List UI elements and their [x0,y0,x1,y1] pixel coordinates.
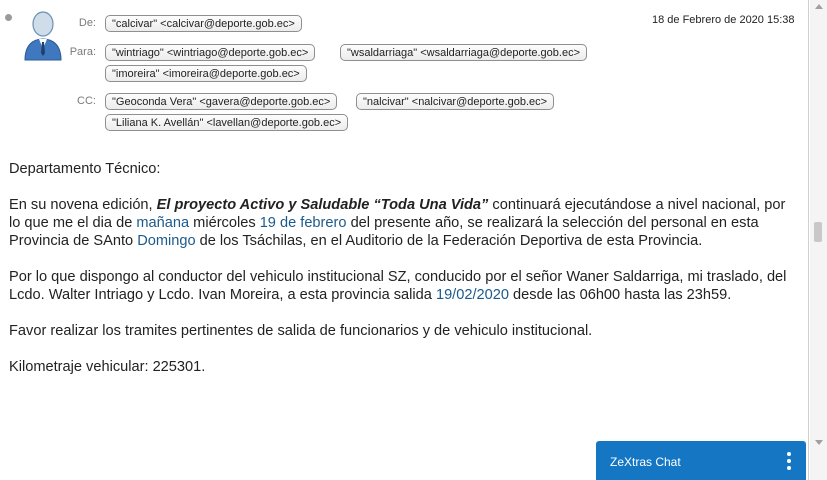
scroll-up-icon[interactable] [815,4,823,9]
cc-chip[interactable]: "nalcivar" <nalcivar@deporte.gob.ec> [356,93,555,110]
cc-chip[interactable]: "Liliana K. Avellán" <lavellan@deporte.g… [105,114,349,131]
paragraph-3: Favor realizar los tramites pertinentes … [9,323,593,339]
message-view: De: "calcivar" <calcivar@deporte.gob.ec>… [0,0,809,480]
date-link[interactable]: 19/02/2020 [436,287,509,303]
recipient-chip[interactable]: "wsaldarriaga" <wsaldarriaga@deporte.gob… [340,44,587,61]
body-text: miércoles [189,215,260,231]
message-date: 18 de Febrero de 2020 15:38 [652,14,795,26]
recipient-chip[interactable]: "wintriago" <wintriago@deporte.gob.ec> [105,44,316,61]
from-label: De: [78,17,96,29]
recipient-chip[interactable]: "imoreira" <imoreira@deporte.gob.ec> [105,65,307,82]
body-text: de los Tsáchilas, en el Auditorio de la … [195,233,703,249]
scroll-down-icon[interactable] [815,440,823,445]
sender-chip[interactable]: "calcivar" <calcivar@deporte.gob.ec> [105,15,302,32]
chat-title: ZeXtras Chat [610,455,681,469]
more-options-icon[interactable] [787,452,791,470]
place-link[interactable]: Domingo [137,233,195,249]
body-text: desde las 06h00 hasta las 23h59. [509,287,732,303]
scroll-thumb[interactable] [814,222,822,242]
avatar-icon [24,11,62,61]
paragraph-4: Kilometraje vehicular: 225301. [9,359,206,375]
project-name: El proyecto Activo y Saludable “Toda Una… [156,197,489,213]
paragraph-1: En su novena edición, El proyecto Activo… [9,196,799,250]
body-text: En su novena edición, [9,197,157,213]
date-link[interactable]: mañana [136,215,189,231]
chat-bar[interactable]: ZeXtras Chat [596,441,806,480]
cc-label: CC: [77,95,96,107]
unread-indicator-icon[interactable] [5,14,12,21]
cc-chip[interactable]: "Geoconda Vera" <gavera@deporte.gob.ec> [105,93,338,110]
greeting: Departamento Técnico: [9,161,161,177]
message-body: Departamento Técnico: En su novena edici… [9,160,799,394]
date-link[interactable]: 19 de febrero [260,215,347,231]
to-label: Para: [69,46,96,58]
vertical-scrollbar[interactable] [810,0,827,480]
paragraph-2: Por lo que dispongo al conductor del veh… [9,268,799,304]
